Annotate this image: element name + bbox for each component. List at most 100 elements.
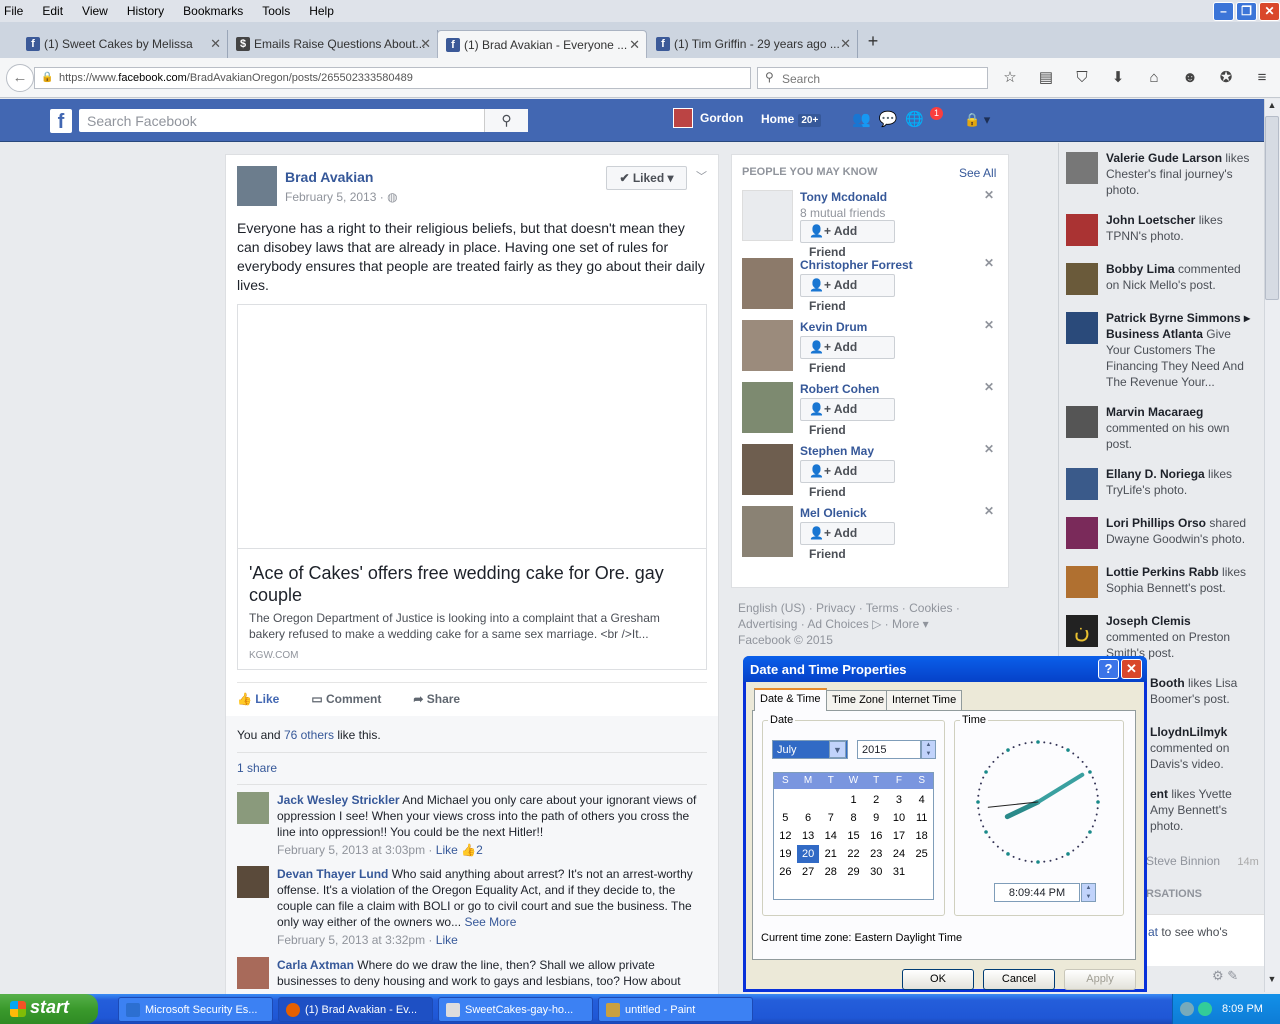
comment-like-count[interactable]: 👍2 [461, 843, 483, 857]
menu-history[interactable]: History [127, 4, 164, 18]
tab-brad-avakian[interactable]: f (1) Brad Avakian - Everyone ... ✕ [437, 30, 647, 58]
facebook-logo-icon[interactable]: f [50, 109, 72, 133]
calendar-day[interactable]: 1 [842, 791, 865, 809]
see-more-link[interactable]: See More [464, 915, 516, 929]
minimize-icon[interactable]: – [1213, 2, 1234, 21]
close-tab-icon[interactable]: ✕ [629, 37, 640, 53]
calendar-day[interactable]: 17 [888, 827, 911, 845]
share-button[interactable]: ➦ Share [413, 692, 460, 706]
close-icon[interactable]: ✕ [984, 442, 994, 456]
calendar-day[interactable]: 10 [888, 809, 911, 827]
ticker-item[interactable]: Marvin Macaraeg commented on his own pos… [1066, 404, 1256, 452]
ticker-item[interactable]: Lottie Perkins Rabb likes Sophia Bennett… [1066, 564, 1256, 598]
download-icon[interactable]: ⬇ [1106, 67, 1130, 89]
post-author[interactable]: Brad Avakian [285, 169, 373, 185]
privacy-shortcuts-icon[interactable]: 🔒 ▾ [964, 112, 990, 128]
person-avatar[interactable] [742, 506, 793, 557]
chevron-down-icon[interactable]: ﹀ [696, 168, 707, 184]
mutual-friends[interactable]: 8 mutual friends [800, 206, 885, 220]
likers-link[interactable]: 76 others [284, 728, 334, 742]
calendar-day[interactable]: 18 [910, 827, 933, 845]
year-field[interactable]: 2015 [857, 740, 921, 759]
calendar-day[interactable]: 7 [819, 809, 842, 827]
ticker-item[interactable]: John Loetscher likes TPNN's photo. [1066, 212, 1256, 246]
close-icon[interactable]: ✕ [984, 504, 994, 518]
url-bar[interactable]: https://www.facebook.com/BradAvakianOreg… [34, 67, 751, 89]
add-friend-button[interactable]: 👤+ Add Friend [800, 220, 895, 259]
taskbar-item-paint[interactable]: untitled - Paint [598, 997, 753, 1022]
calendar-day[interactable]: 26 [774, 863, 797, 881]
calendar-day[interactable]: 25 [910, 845, 933, 863]
chat-hint-link[interactable]: at [1148, 925, 1158, 939]
calendar-day[interactable]: 21 [819, 845, 842, 863]
apply-button[interactable]: Apply [1064, 969, 1136, 990]
close-icon[interactable]: ✕ [984, 188, 994, 202]
tab-tim-griffin[interactable]: f (1) Tim Griffin - 29 years ago ... ✕ [648, 30, 858, 58]
maximize-icon[interactable]: ❐ [1236, 2, 1257, 21]
time-spinner[interactable]: ▲ ▼ [1081, 883, 1096, 902]
tab-internet-time[interactable]: Internet Time [886, 690, 963, 710]
help-icon[interactable]: ? [1098, 659, 1119, 679]
back-button[interactable]: ← [6, 64, 34, 92]
close-icon[interactable]: ✕ [984, 318, 994, 332]
close-icon[interactable]: ✕ [1121, 659, 1142, 679]
time-field[interactable]: 8:09:44 PM [994, 883, 1080, 902]
menu-help[interactable]: Help [309, 4, 334, 18]
calendar-day[interactable]: 29 [842, 863, 865, 881]
calendar-day[interactable]: 15 [842, 827, 865, 845]
link-title[interactable]: 'Ace of Cakes' offers free wedding cake … [249, 562, 699, 606]
ticker-item[interactable]: ن Joseph Clemis commented on Preston Smit… [1066, 613, 1256, 661]
taskbar-item-security-essentials[interactable]: Microsoft Security Es... [118, 997, 273, 1022]
taskbar-item-sweetcakes[interactable]: SweetCakes-gay-ho... [438, 997, 593, 1022]
calendar-day[interactable]: 16 [865, 827, 888, 845]
gear-icon[interactable]: ⚙ [1212, 968, 1224, 983]
hamburger-menu-icon[interactable]: ≡ [1250, 67, 1274, 89]
chevron-down-icon[interactable]: ▼ [829, 741, 846, 758]
calendar-day[interactable]: 14 [819, 827, 842, 845]
close-icon[interactable]: ✕ [984, 256, 994, 270]
footer-links-2[interactable]: Advertising · Ad Choices ▷ · More ▾ [738, 616, 1008, 632]
commenter-name[interactable]: Devan Thayer Lund [277, 867, 388, 881]
calendar-day[interactable]: 22 [842, 845, 865, 863]
calendar-day[interactable]: 31 [888, 863, 911, 881]
ticker-item[interactable]: Valerie Gude Larson likes Chester's fina… [1066, 150, 1256, 198]
calendar-day[interactable]: 12 [774, 827, 797, 845]
calendar-day[interactable]: 2 [865, 791, 888, 809]
chat-icon[interactable]: ☻ [1178, 67, 1202, 89]
person-avatar[interactable] [742, 190, 793, 241]
commenter-name[interactable]: Jack Wesley Strickler [277, 793, 400, 807]
calendar-day[interactable]: 19 [774, 845, 797, 863]
calendar-day[interactable]: 24 [888, 845, 911, 863]
reading-list-icon[interactable]: ▤ [1034, 67, 1058, 89]
add-friend-button[interactable]: 👤+ Add Friend [800, 274, 895, 313]
calendar-day[interactable]: 20 [796, 845, 820, 863]
add-friend-button[interactable]: 👤+ Add Friend [800, 522, 895, 561]
friend-requests-icon[interactable]: 👥 [852, 110, 871, 128]
close-tab-icon[interactable]: ✕ [420, 36, 431, 52]
profile-link[interactable]: Gordon [673, 108, 743, 128]
taskbar-item-firefox[interactable]: (1) Brad Avakian - Ev... [278, 997, 433, 1022]
tab-emails[interactable]: $ Emails Raise Questions About... ✕ [228, 30, 438, 58]
person-name[interactable]: Mel Olenick [800, 506, 867, 520]
close-tab-icon[interactable]: ✕ [210, 36, 221, 52]
commenter-avatar[interactable] [237, 957, 269, 989]
comment-time[interactable]: February 5, 2013 at 3:32pm [277, 933, 425, 947]
chat-friend[interactable]: Steve Binnion 14m [1146, 854, 1259, 868]
close-icon[interactable]: ✕ [984, 380, 994, 394]
add-friend-button[interactable]: 👤+ Add Friend [800, 460, 895, 499]
ticker-item[interactable]: Bobby Lima commented on Nick Mello's pos… [1066, 261, 1256, 295]
scrollbar-thumb[interactable] [1265, 116, 1279, 300]
notifications-globe-icon[interactable]: 🌐 [905, 110, 924, 128]
menu-view[interactable]: View [82, 4, 108, 18]
commenter-avatar[interactable] [237, 866, 269, 898]
pocket-icon[interactable]: ⛉ [1070, 67, 1094, 89]
tab-sweet-cakes[interactable]: f (1) Sweet Cakes by Melissa ✕ [18, 30, 228, 58]
person-name[interactable]: Stephen May [800, 444, 874, 458]
author-avatar[interactable] [237, 166, 277, 206]
person-name[interactable]: Tony Mcdonald [800, 190, 887, 204]
browser-search-input[interactable]: Search [757, 67, 988, 89]
like-button[interactable]: 👍 Like [237, 692, 279, 706]
liked-button[interactable]: ✔ Liked ▾ [606, 166, 687, 190]
add-friend-button[interactable]: 👤+ Add Friend [800, 398, 895, 437]
close-icon[interactable]: ✕ [1259, 2, 1280, 21]
